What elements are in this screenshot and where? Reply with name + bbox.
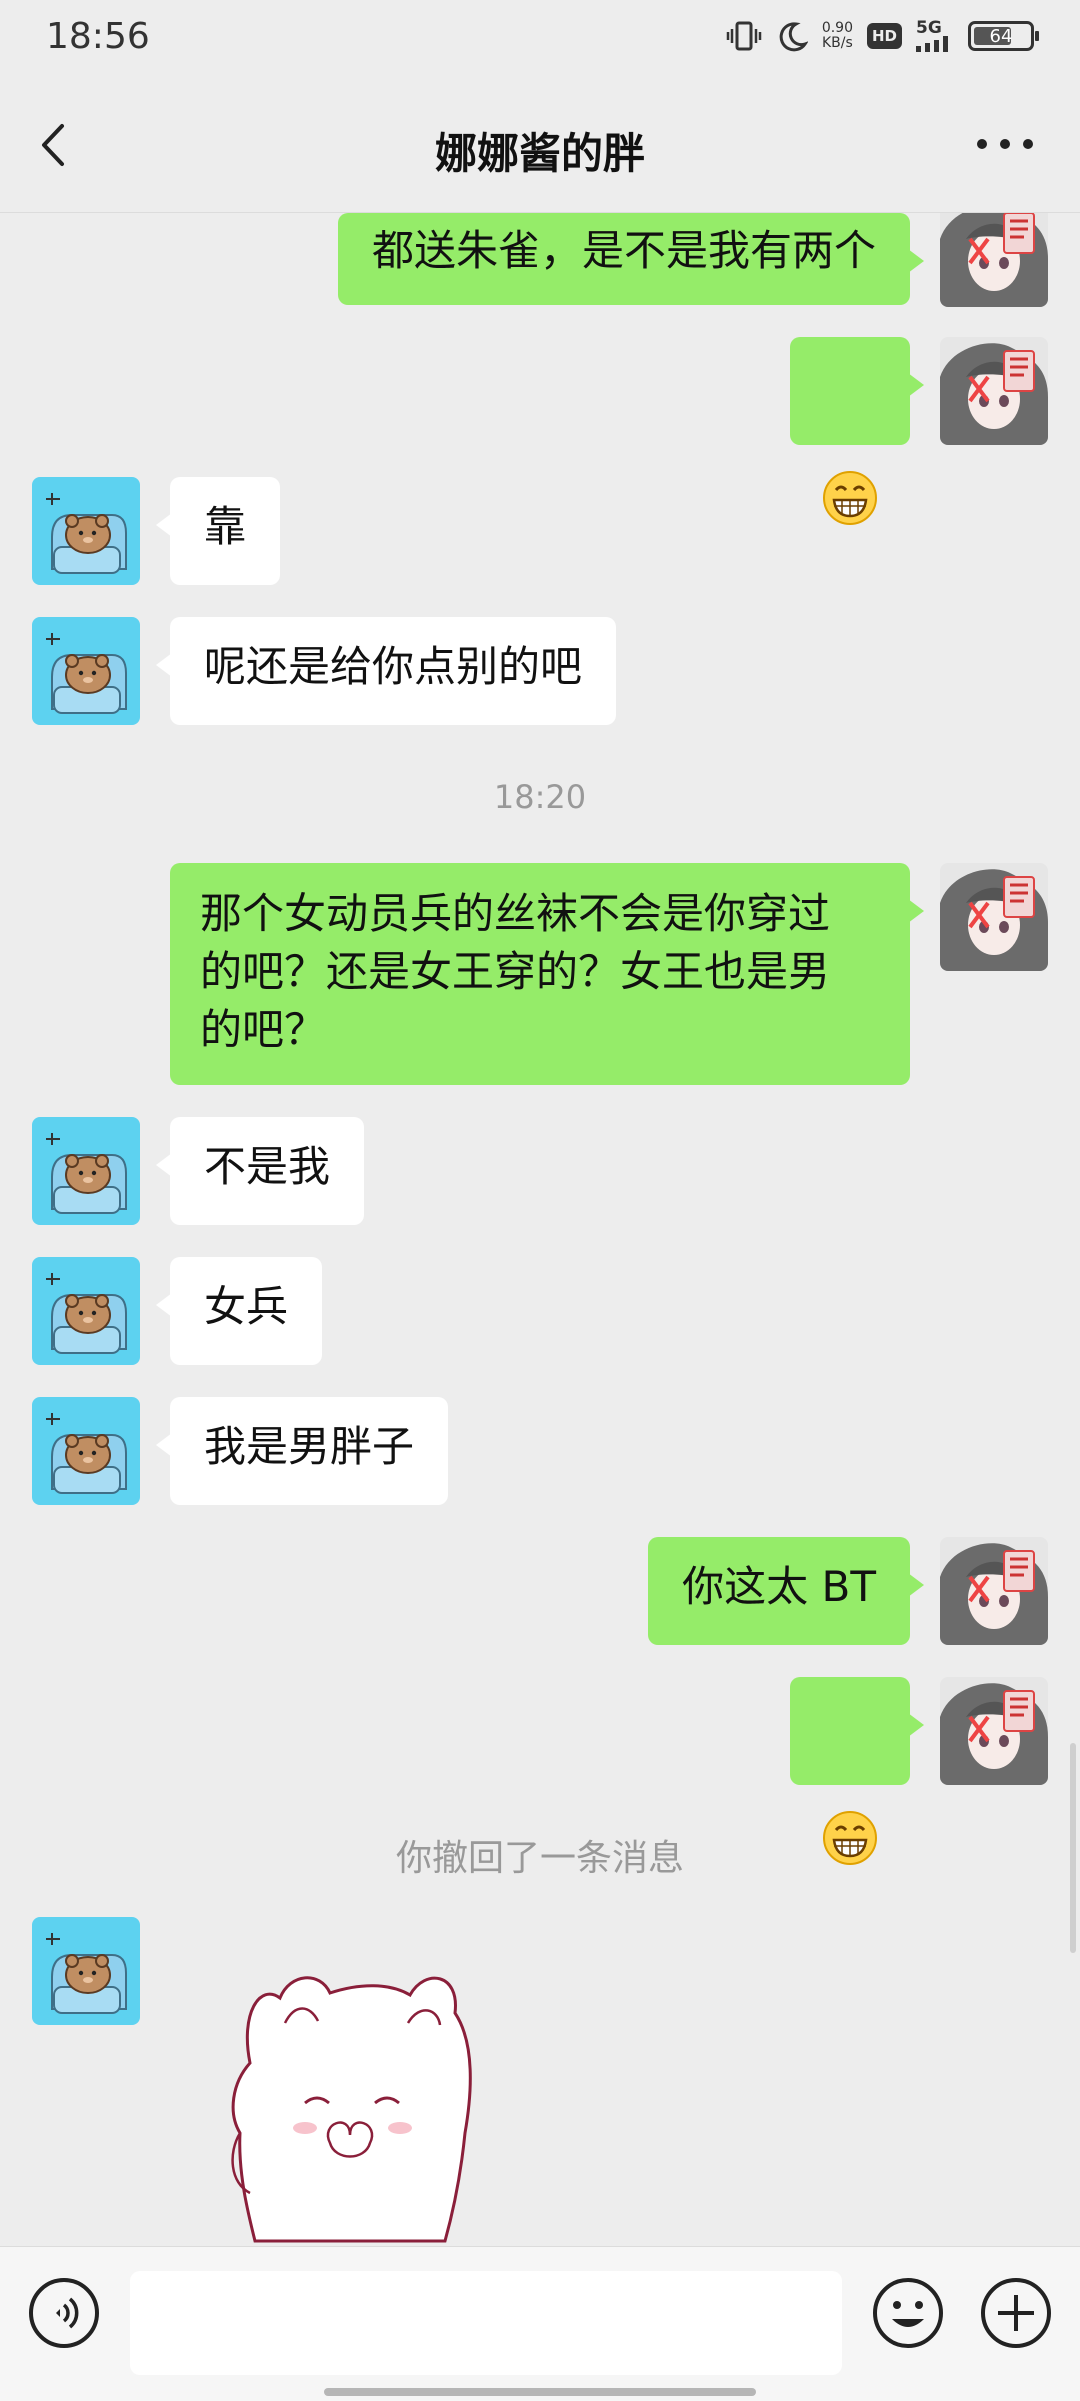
my-emoji-bubble[interactable] xyxy=(790,1677,924,1785)
signal-bars-icon xyxy=(916,35,948,52)
home-indicator[interactable] xyxy=(324,2388,756,2396)
my-message-bubble[interactable]: 那个女动员兵的丝袜不会是你穿过 的吧？还是女王穿的？女王也是男 的吧？ xyxy=(170,863,924,1085)
battery-indicator: 64 xyxy=(968,21,1039,51)
contact-avatar[interactable] xyxy=(32,1917,140,2025)
scrollbar-thumb[interactable] xyxy=(1070,1743,1076,1953)
signal-5g: 5G xyxy=(916,17,954,52)
my-message-bubble[interactable]: 都送朱雀，是不是我有两个 xyxy=(337,213,925,305)
voice-input-icon[interactable] xyxy=(26,2275,102,2351)
white-cat-sticker[interactable] xyxy=(210,1943,490,2243)
contact-avatar[interactable] xyxy=(32,617,140,725)
message-list[interactable]: 都送朱雀，是不是我有两个 靠 呢还是给你点别的吧 18:20 那个女动员兵的丝袜… xyxy=(0,213,1080,2245)
status-icons: 0.90 KB/s HD 5G 64 xyxy=(726,17,1039,54)
battery-level: 64 xyxy=(989,25,1013,47)
message-input[interactable] xyxy=(130,2271,842,2375)
status-bar: 18:56 0.90 KB/s HD 5G 64 xyxy=(0,0,1080,80)
network-speed-value: 0.90 xyxy=(821,20,853,36)
more-options-icon[interactable] xyxy=(970,124,1040,164)
my-message-bubble[interactable]: 你这太 BT xyxy=(648,1537,924,1645)
chat-header: 娜娜酱的胖 xyxy=(0,80,1080,213)
status-time: 18:56 xyxy=(46,16,150,57)
contact-message-bubble[interactable]: 女兵 xyxy=(155,1257,323,1365)
contact-avatar[interactable] xyxy=(32,1257,140,1365)
input-bar xyxy=(0,2246,1080,2401)
network-speed-unit: KB/s xyxy=(822,35,853,51)
message-timestamp: 18:20 xyxy=(493,778,587,816)
my-avatar[interactable] xyxy=(940,1677,1048,1785)
grin-emoji-icon xyxy=(822,470,878,526)
my-avatar[interactable] xyxy=(940,863,1048,971)
my-emoji-bubble[interactable] xyxy=(790,337,924,445)
network-type-label: 5G xyxy=(916,17,942,38)
my-avatar[interactable] xyxy=(940,213,1048,307)
contact-message-bubble[interactable]: 呢还是给你点别的吧 xyxy=(155,617,617,725)
network-speed: 0.90 KB/s xyxy=(822,21,853,51)
my-avatar[interactable] xyxy=(940,337,1048,445)
my-avatar[interactable] xyxy=(940,1537,1048,1645)
contact-message-bubble[interactable]: 靠 xyxy=(155,477,281,585)
contact-avatar[interactable] xyxy=(32,1397,140,1505)
contact-avatar[interactable] xyxy=(32,1117,140,1225)
chat-title: 娜娜酱的胖 xyxy=(434,129,645,178)
vibrate-icon xyxy=(726,21,762,51)
emoji-button-icon[interactable] xyxy=(870,2275,946,2351)
contact-message-bubble[interactable]: 不是我 xyxy=(155,1117,365,1225)
recall-notice: 你撤回了一条消息 xyxy=(395,1838,684,1879)
add-more-icon[interactable] xyxy=(978,2275,1054,2351)
do-not-disturb-moon-icon xyxy=(779,22,808,52)
contact-message-bubble[interactable]: 我是男胖子 xyxy=(155,1397,449,1505)
hd-badge: HD xyxy=(866,23,902,49)
contact-avatar[interactable] xyxy=(32,477,140,585)
